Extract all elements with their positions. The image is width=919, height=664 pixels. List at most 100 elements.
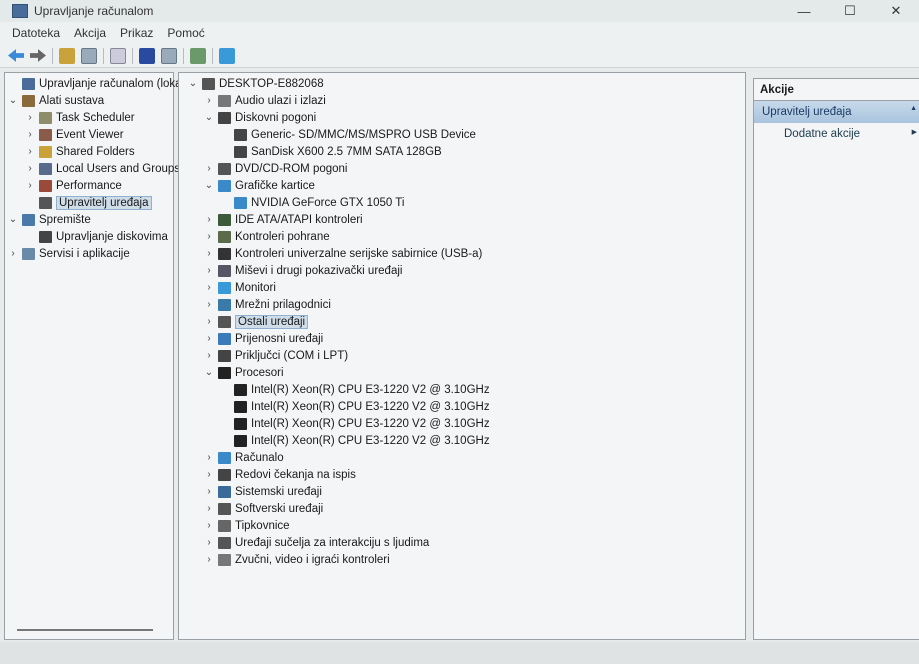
tree-item-label: Ostali uređaji [235, 314, 309, 329]
chevron-down-icon[interactable]: ⌄ [203, 112, 215, 123]
chevron-right-icon[interactable]: › [24, 112, 36, 123]
tree-item[interactable]: › Tipkovnice [203, 517, 290, 534]
tree-item[interactable]: › Kontroleri univerzalne serijske sabirni… [203, 245, 482, 262]
horizontal-scrollbar[interactable] [17, 629, 153, 631]
chevron-down-icon[interactable]: ⌄ [7, 95, 19, 106]
tree-item-label: Spremište [39, 213, 91, 226]
chevron-right-icon[interactable]: › [203, 503, 215, 514]
tree-item[interactable]: › DVD/CD-ROM pogoni [203, 160, 347, 177]
tree-item[interactable]: Intel(R) Xeon(R) CPU E3-1220 V2 @ 3.10GH… [219, 398, 490, 415]
tree-item[interactable]: › Miševi i drugi pokazivački uređaji [203, 262, 402, 279]
tree-item[interactable]: › Local Users and Groups [24, 160, 180, 177]
chevron-right-icon[interactable]: › [203, 299, 215, 310]
tree-item[interactable]: SanDisk X600 2.5 7MM SATA 128GB [219, 143, 442, 160]
tree-item-label: Diskovni pogoni [235, 111, 317, 124]
tree-item[interactable]: Upravljanje računalom (lokalno [7, 75, 197, 92]
menu-prikaz[interactable]: Prikaz [120, 26, 153, 40]
tree-item[interactable]: Intel(R) Xeon(R) CPU E3-1220 V2 @ 3.10GH… [219, 381, 490, 398]
tree-item[interactable]: Upravljanje diskovima [24, 228, 168, 245]
tree-item[interactable]: › IDE ATA/ATAPI kontroleri [203, 211, 363, 228]
close-button[interactable]: ✕ [873, 0, 919, 22]
chevron-right-icon[interactable]: › [203, 452, 215, 463]
chevron-right-icon[interactable]: › [203, 350, 215, 361]
forward-icon[interactable] [30, 49, 46, 62]
tree-item[interactable]: ⌄ Alati sustava [7, 92, 104, 109]
device-icon [218, 162, 231, 175]
tree-item[interactable]: ⌄ DESKTOP-E882068 [187, 75, 324, 92]
tree-item[interactable]: › Shared Folders [24, 143, 135, 160]
tree-item[interactable]: Intel(R) Xeon(R) CPU E3-1220 V2 @ 3.10GH… [219, 432, 490, 449]
properties-icon[interactable] [110, 47, 126, 64]
chevron-right-icon[interactable]: › [7, 248, 19, 259]
tree-item[interactable]: ⌄ Procesori [203, 364, 284, 381]
menu-datoteka[interactable]: Datoteka [12, 26, 60, 40]
tree-item[interactable]: › Kontroleri pohrane [203, 228, 330, 245]
show-hide-action-pane-icon[interactable] [161, 47, 177, 64]
tree-item[interactable]: › Event Viewer [24, 126, 124, 143]
device-icon [218, 536, 231, 549]
chevron-right-icon[interactable]: › [203, 214, 215, 225]
chevron-right-icon[interactable]: › [203, 333, 215, 344]
maximize-button[interactable]: ☐ [827, 0, 873, 22]
back-icon[interactable] [8, 49, 24, 62]
tree-item[interactable]: NVIDIA GeForce GTX 1050 Ti [219, 194, 404, 211]
tree-item[interactable]: › Uređaji sučelja za interakciju s ljudim… [203, 534, 429, 551]
chevron-right-icon[interactable]: › [203, 316, 215, 327]
tree-item[interactable]: › Audio ulazi i izlazi [203, 92, 326, 109]
tree-item[interactable]: Intel(R) Xeon(R) CPU E3-1220 V2 @ 3.10GH… [219, 415, 490, 432]
show-hide-tree-icon[interactable] [81, 47, 97, 64]
tree-item[interactable]: Upravitelj uređaja [24, 194, 152, 211]
tree-item[interactable]: › Task Scheduler [24, 109, 135, 126]
tree-item[interactable]: Generic- SD/MMC/MS/MSPRO USB Device [219, 126, 476, 143]
tree-item[interactable]: › Performance [24, 177, 122, 194]
chevron-down-icon[interactable]: ⌄ [203, 367, 215, 378]
chevron-right-icon[interactable]: › [203, 163, 215, 174]
chevron-down-icon[interactable]: ⌄ [187, 78, 199, 89]
tree-item[interactable]: › Zvučni, video i igraći kontroleri [203, 551, 390, 568]
tree-item[interactable]: › Softverski uređaji [203, 500, 323, 517]
tree-item[interactable]: › Servisi i aplikacije [7, 245, 130, 262]
chevron-right-icon[interactable]: › [203, 248, 215, 259]
chevron-down-icon[interactable]: ⌄ [203, 180, 215, 191]
chevron-right-icon[interactable]: › [203, 282, 215, 293]
tree-item[interactable]: › Računalo [203, 449, 284, 466]
tree-item[interactable]: › Priključci (COM i LPT) [203, 347, 348, 364]
more-actions[interactable]: Dodatne akcije [754, 123, 919, 145]
chevron-right-icon[interactable]: › [203, 265, 215, 276]
chevron-right-icon[interactable]: › [203, 520, 215, 531]
scan-hardware-icon[interactable] [190, 47, 206, 64]
minimize-button[interactable]: — [781, 0, 827, 22]
window-title: Upravljanje računalom [34, 4, 154, 18]
monitor-icon[interactable] [219, 47, 235, 64]
help-icon[interactable] [139, 47, 155, 64]
device-tree-pane[interactable]: ⌄ DESKTOP-E882068 › Audio ulazi i izlazi ⌄ Di… [178, 72, 746, 640]
up-folder-icon[interactable] [59, 47, 75, 64]
menu-akcija[interactable]: Akcija [74, 26, 106, 40]
chevron-right-icon[interactable]: › [203, 486, 215, 497]
chevron-right-icon[interactable]: › [203, 537, 215, 548]
chevron-down-icon[interactable]: ⌄ [7, 214, 19, 225]
chevron-right-icon[interactable]: › [24, 129, 36, 140]
chevron-right-icon[interactable]: › [203, 469, 215, 480]
chevron-right-icon[interactable]: › [24, 180, 36, 191]
chevron-right-icon[interactable]: › [203, 231, 215, 242]
chevron-right-icon[interactable]: › [203, 95, 215, 106]
tree-item-label: Kontroleri univerzalne serijske sabirnic… [235, 247, 483, 260]
tree-item-label: SanDisk X600 2.5 7MM SATA 128GB [251, 145, 442, 158]
chevron-right-icon[interactable]: › [24, 163, 36, 174]
tree-item[interactable]: › Prijenosni uređaji [203, 330, 323, 347]
actions-section-device-manager[interactable]: Upravitelj uređaja [754, 101, 919, 123]
tree-item[interactable]: ⌄ Spremište [7, 211, 91, 228]
chevron-right-icon[interactable]: › [203, 554, 215, 565]
chevron-right-icon[interactable]: › [24, 146, 36, 157]
tree-item[interactable]: › Ostali uređaji [203, 313, 309, 330]
tree-item[interactable]: › Mrežni prilagodnici [203, 296, 331, 313]
tree-item[interactable]: › Monitori [203, 279, 276, 296]
tree-item[interactable]: › Sistemski uređaji [203, 483, 322, 500]
tree-item[interactable]: ⌄ Diskovni pogoni [203, 109, 316, 126]
tree-item[interactable]: › Redovi čekanja na ispis [203, 466, 356, 483]
menu-pomoc[interactable]: Pomoć [167, 26, 204, 40]
tree-item-label: Intel(R) Xeon(R) CPU E3-1220 V2 @ 3.10GH… [251, 417, 490, 430]
tree-item[interactable]: ⌄ Grafičke kartice [203, 177, 315, 194]
console-tree-pane[interactable]: Upravljanje računalom (lokalno ⌄ Alati sus… [4, 72, 197, 640]
